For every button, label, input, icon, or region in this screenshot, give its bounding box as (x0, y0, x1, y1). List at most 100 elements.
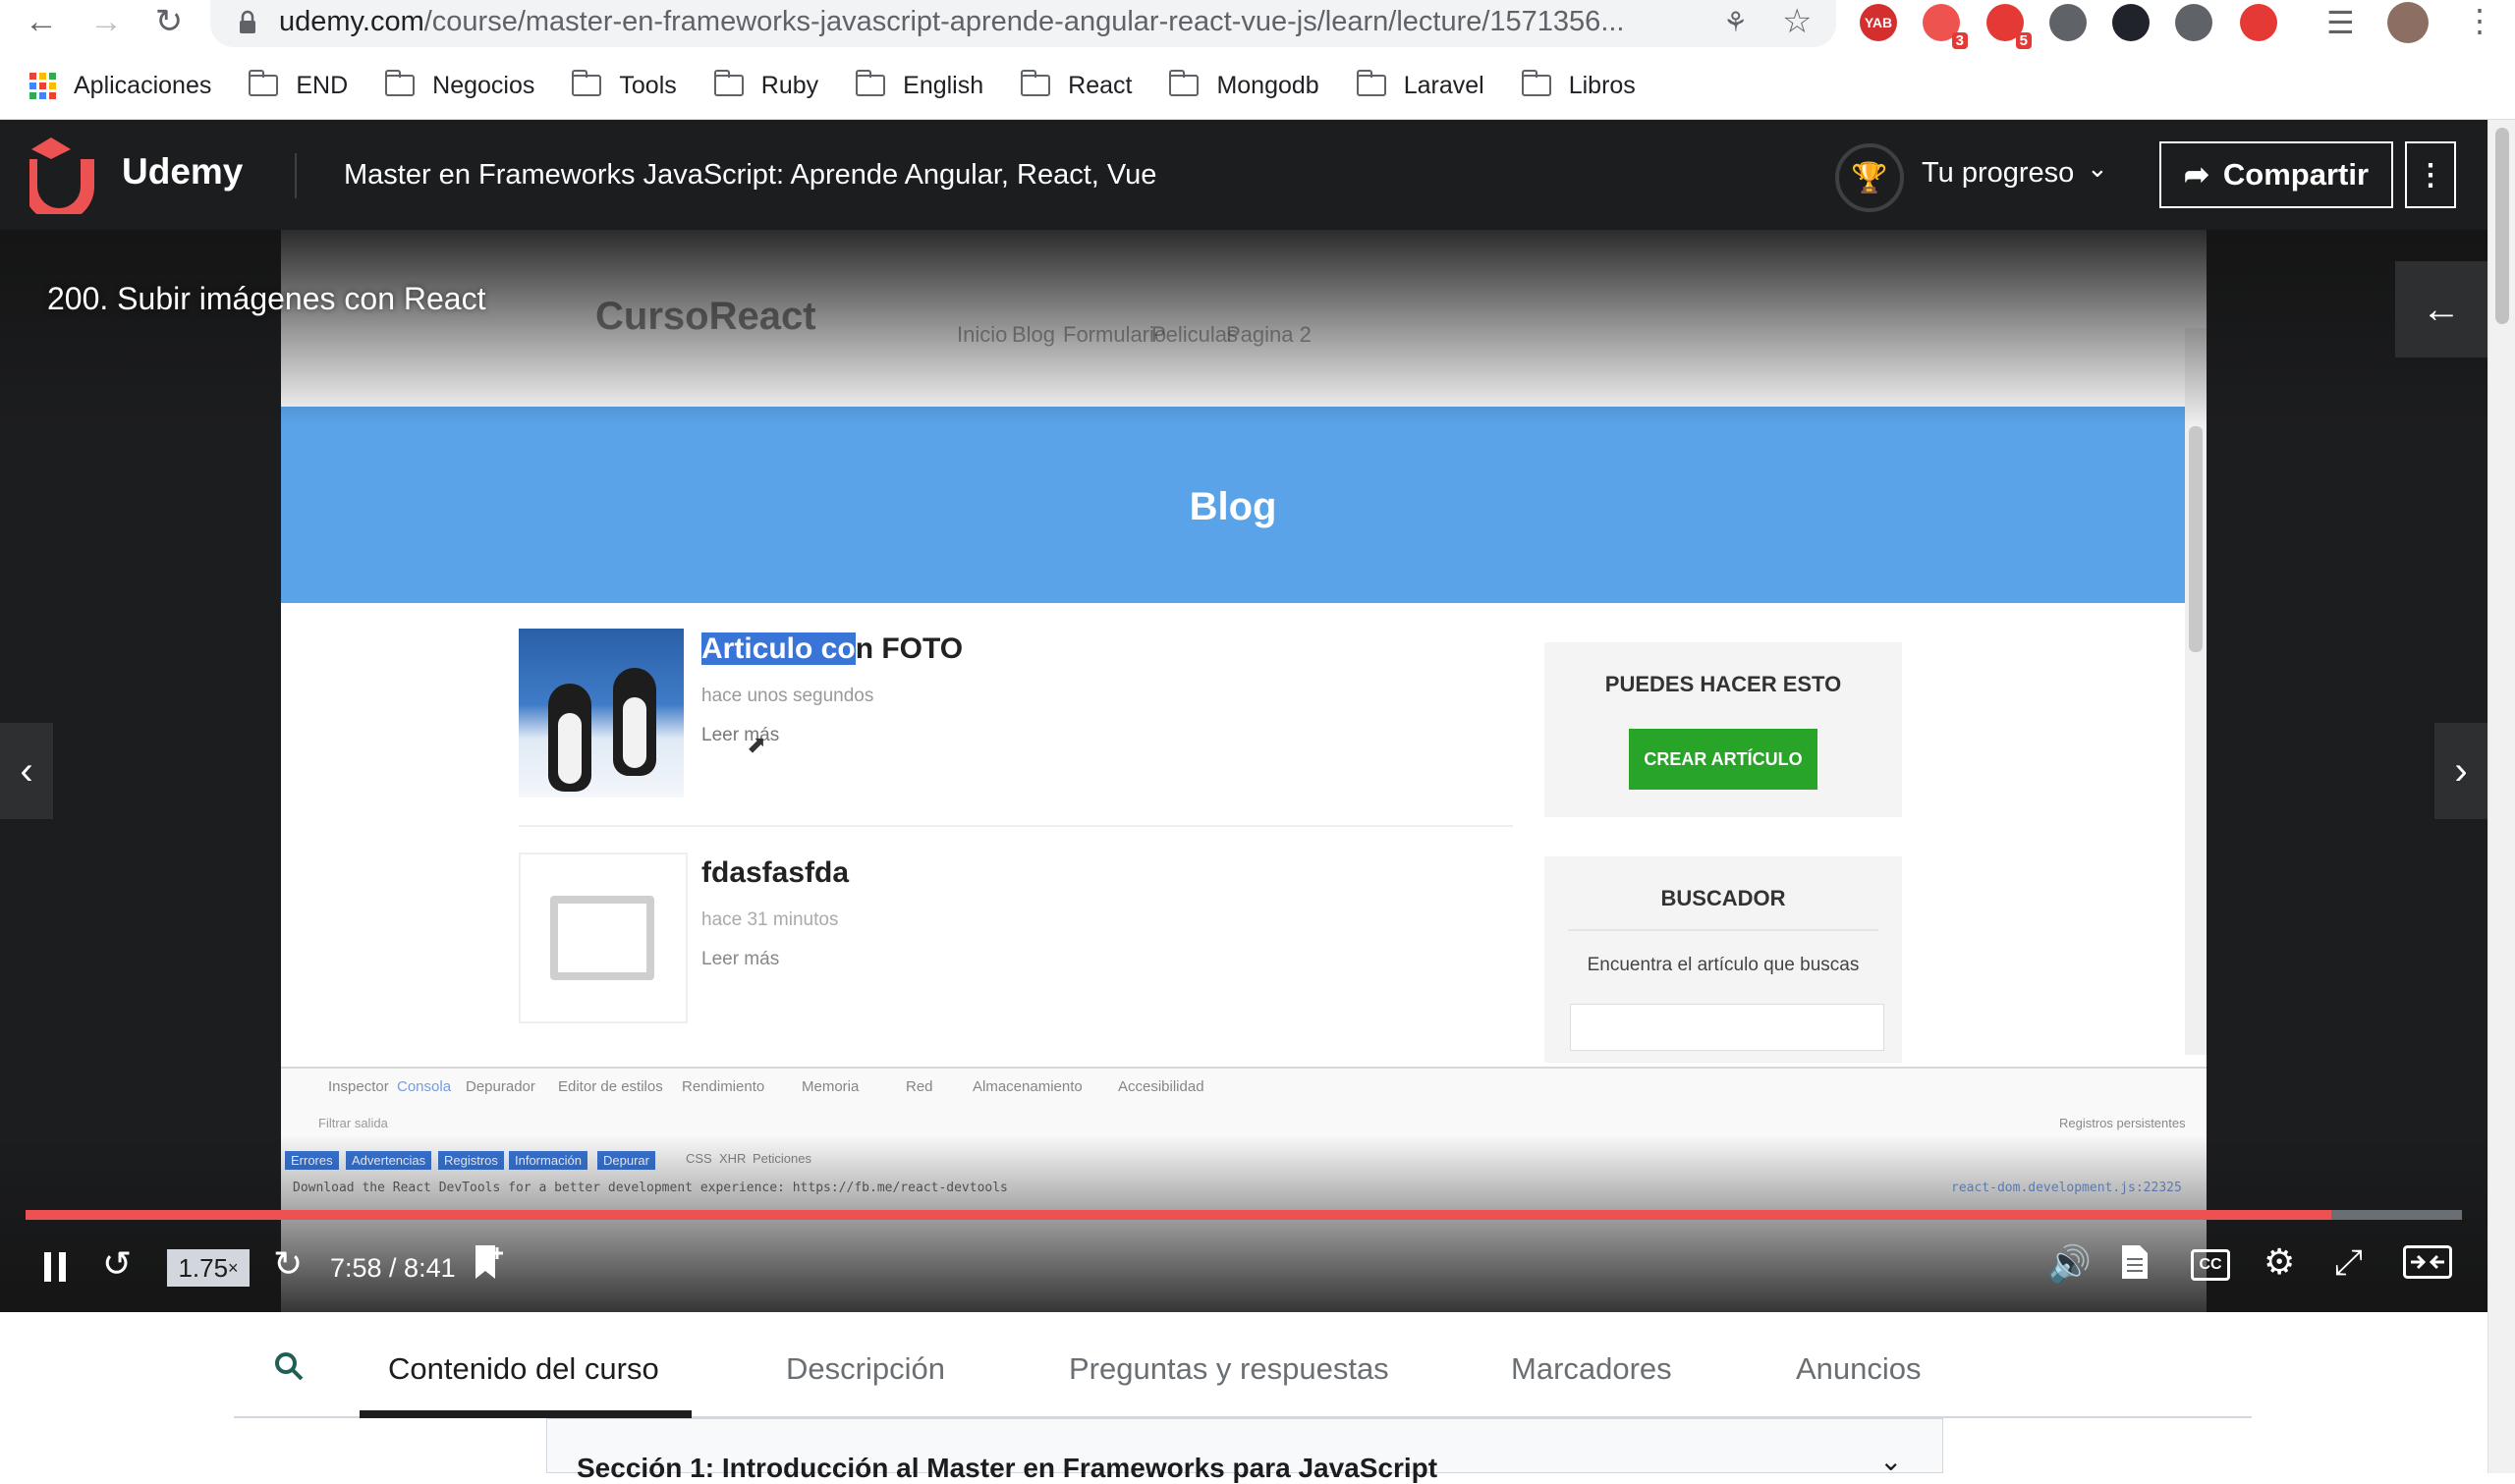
share-button-label: Compartir (2222, 157, 2370, 192)
chrome-menu-icon[interactable]: ⋮ (2464, 2, 2495, 39)
tab-bookmarks[interactable]: Marcadores (1511, 1351, 1672, 1387)
expanded-view-icon[interactable] (2403, 1245, 2452, 1279)
next-lecture-chevron-icon[interactable]: › (2434, 723, 2487, 819)
devtools-tab: Red (906, 1078, 933, 1095)
bookmark-folder-end[interactable]: END (249, 70, 349, 100)
fullscreen-icon[interactable]: ⤢ (2334, 1241, 2363, 1284)
address-bar[interactable]: udemy.com/course/master-en-frameworks-ja… (210, 0, 1836, 47)
bookmark-label: Tools (619, 71, 677, 99)
forward-icon[interactable]: ↻ (273, 1243, 303, 1285)
video-article1-meta: hace unos segundos (701, 686, 874, 706)
shield-extension-icon[interactable] (2240, 4, 2277, 41)
extension-badge: 5 (2015, 32, 2032, 49)
chevron-down-icon[interactable]: ⌄ (2087, 153, 2108, 184)
devtools-tab: Rendimiento (682, 1078, 765, 1095)
devtools-log-line: Download the React DevTools for a better… (293, 1181, 1008, 1195)
devtools-tab: Inspector (328, 1078, 389, 1095)
code-extension-icon[interactable] (2049, 4, 2087, 41)
back-arrow-icon[interactable]: ← (14, 0, 69, 43)
penguin-photo (519, 629, 684, 797)
apps-grid-icon (29, 72, 56, 99)
devtools-tab: Consola (397, 1078, 452, 1095)
extension-badge: 3 (1951, 32, 1968, 49)
bookmark-apps[interactable]: Aplicaciones (0, 72, 211, 100)
video-widget2-title: BUSCADOR (1660, 886, 1786, 910)
share-arrow-icon: ➦ (2183, 157, 2209, 192)
tab-description[interactable]: Descripción (786, 1351, 945, 1387)
more-options-icon[interactable]: ⋮ (2405, 141, 2456, 208)
share-button[interactable]: ➦ Compartir (2159, 141, 2393, 208)
translate-icon[interactable]: ⚘ (1723, 6, 1748, 38)
udemy-logo-text[interactable]: Udemy (122, 151, 243, 192)
bookmark-folder-react[interactable]: React (1021, 70, 1133, 100)
transcript-icon[interactable] (2120, 1243, 2150, 1281)
video-widget2-divider (1568, 929, 1878, 931)
progress-dropdown-label[interactable]: Tu progreso (1922, 157, 2074, 190)
media-queue-icon[interactable]: ☰ (2326, 4, 2355, 41)
chevron-down-icon[interactable]: ⌄ (1879, 1445, 1902, 1477)
video-inner-scroll-thumb (2189, 426, 2203, 652)
devtools-tab: Memoria (802, 1078, 860, 1095)
playback-rate-button[interactable]: 1.75 × (167, 1249, 250, 1287)
devtools-filter: Registros (438, 1151, 504, 1170)
scrollbar-thumb[interactable] (2495, 128, 2509, 324)
devtools-filter-plain: XHR (719, 1151, 747, 1166)
bookmark-star-icon[interactable]: ☆ (1782, 2, 1812, 41)
trophy-icon[interactable]: 🏆 (1835, 143, 1904, 212)
yab-extension-icon[interactable]: YAB (1860, 4, 1897, 41)
video-nav-link: Pagina 2 (1226, 322, 1312, 347)
bookmark-folder-laravel[interactable]: Laravel (1356, 70, 1484, 100)
pause-icon[interactable] (35, 1247, 75, 1287)
extension-badge-5-icon[interactable]: 5 (1986, 4, 2032, 49)
bookmark-folder-negocios[interactable]: Negocios (385, 70, 535, 100)
volume-icon[interactable]: 🔊 (2047, 1243, 2092, 1285)
bookmark-label: Negocios (432, 71, 535, 99)
lecture-title: 200. Subir imágenes con React (47, 281, 486, 316)
course-title[interactable]: Master en Frameworks JavaScript: Aprende… (344, 159, 1156, 192)
video-player[interactable]: CursoReact Blog Articulo con FOTO hace u… (0, 230, 2487, 1312)
video-article2-title: fdasfasfda (701, 856, 850, 889)
forward-arrow-icon[interactable]: → (79, 0, 134, 43)
expand-sidebar-arrow-icon[interactable]: ← (2395, 261, 2487, 357)
tab-questions[interactable]: Preguntas y respuestas (1069, 1351, 1389, 1387)
vue-devtools-icon[interactable] (2175, 4, 2212, 41)
previous-lecture-chevron-icon[interactable]: ‹ (0, 723, 53, 819)
bookmark-label: END (296, 71, 349, 99)
page-scrollbar[interactable] (2487, 120, 2515, 1473)
bookmark-label: React (1068, 71, 1133, 99)
captions-icon[interactable]: CC (2191, 1249, 2230, 1281)
playback-rate-suffix: × (228, 1257, 239, 1278)
devtools-filter-plain: CSS (686, 1151, 712, 1166)
video-progress-bar[interactable] (26, 1210, 2462, 1220)
settings-gear-icon[interactable]: ⚙ (2264, 1241, 2295, 1283)
video-create-article-button: CREAR ARTÍCULO (1629, 729, 1817, 790)
tab-course-content[interactable]: Contenido del curso (388, 1351, 659, 1387)
video-controls: ↺ 1.75 × ↻ 7:58 / 8:41 🔊 CC ⚙ ⤢ (0, 1228, 2487, 1312)
devtools-filter: Advertencias (346, 1151, 432, 1170)
section-accordion[interactable]: Sección 1: Introducción al Master en Fra… (546, 1418, 1943, 1483)
video-article1-more: Leer más (701, 725, 780, 745)
devtools-tab: Almacenamiento (973, 1078, 1083, 1095)
section-title[interactable]: Sección 1: Introducción al Master en Fra… (577, 1453, 1437, 1484)
video-search-input (1570, 1004, 1884, 1051)
profile-avatar[interactable] (2387, 2, 2429, 43)
udemy-logo-icon[interactable] (29, 136, 112, 214)
video-divider (519, 825, 1513, 827)
bookmark-folder-libros[interactable]: Libros (1521, 70, 1636, 100)
extension-badge-3-icon[interactable]: 3 (1923, 4, 1968, 49)
bookmark-folder-mongodb[interactable]: Mongodb (1169, 70, 1319, 100)
url-domain: udemy.com (279, 6, 424, 37)
reload-icon[interactable]: ↻ (141, 0, 196, 43)
bookmark-folder-tools[interactable]: Tools (572, 70, 677, 100)
search-icon[interactable] (273, 1349, 305, 1389)
selected-text: Articulo co (701, 632, 856, 665)
bookmark-folder-english[interactable]: English (856, 70, 983, 100)
devtools-log-source: react-dom.development.js:22325 (1951, 1181, 2182, 1195)
bookmark-folder-ruby[interactable]: Ruby (713, 70, 818, 100)
react-devtools-icon[interactable] (2112, 4, 2150, 41)
devtools-persist-label: Registros persistentes (2059, 1116, 2186, 1130)
rewind-icon[interactable]: ↺ (102, 1243, 132, 1285)
url-path: /course/master-en-frameworks-javascript-… (423, 6, 1625, 37)
tab-announcements[interactable]: Anuncios (1796, 1351, 1922, 1387)
add-bookmark-icon[interactable] (472, 1243, 505, 1283)
